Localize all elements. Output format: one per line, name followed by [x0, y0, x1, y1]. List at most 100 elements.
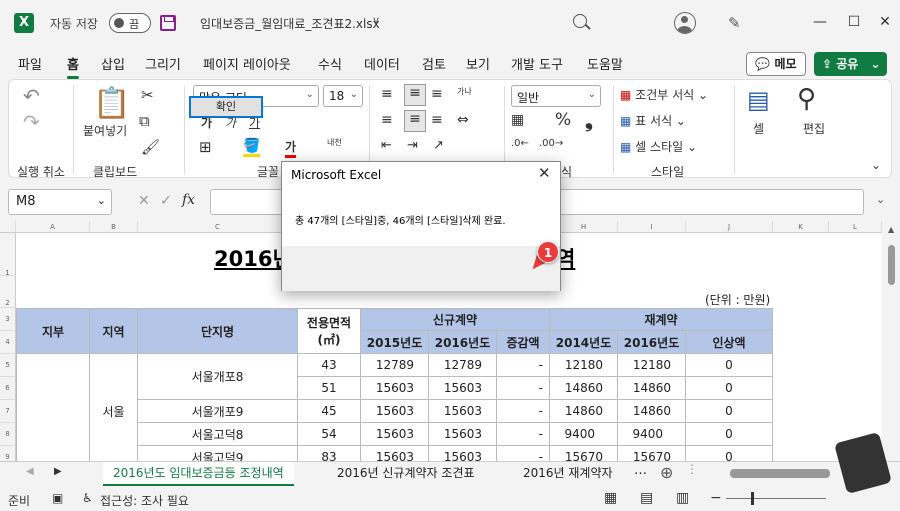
horizontal-scroll-thumb[interactable] — [730, 469, 830, 478]
maximize-button[interactable]: ☐ — [842, 10, 866, 34]
tab-help[interactable]: 도움말 — [587, 54, 623, 73]
orientation-icon[interactable]: ↗ — [433, 138, 444, 153]
raise-cell[interactable]: 0 — [686, 354, 773, 377]
header-raise[interactable]: 인상액 — [686, 331, 773, 354]
new-2015-cell[interactable]: 15603 — [361, 400, 429, 423]
row-header[interactable]: 2 — [0, 276, 16, 308]
renew-2016-cell[interactable]: 14860 — [618, 377, 686, 400]
align-right-icon[interactable]: ≡ — [431, 112, 443, 128]
search-icon[interactable] — [573, 14, 587, 28]
header-region[interactable]: 지역 — [90, 308, 138, 354]
increase-decimal-icon[interactable]: .0← — [511, 138, 529, 149]
comma-button[interactable]: ❟ — [585, 108, 593, 132]
raise-cell[interactable]: 0 — [686, 377, 773, 400]
add-sheet-icon[interactable]: ⊕ — [660, 463, 673, 482]
new-2015-cell[interactable]: 15603 — [361, 446, 429, 461]
close-icon[interactable]: ✕ — [538, 164, 551, 182]
tab-home[interactable]: 홈 — [67, 54, 79, 79]
page-layout-view-icon[interactable]: ▤ — [640, 490, 653, 506]
minimize-button[interactable]: — — [808, 10, 832, 34]
scroll-thumb[interactable] — [888, 245, 895, 285]
file-name[interactable]: 임대보증금_월임대료_조견표2.xlsx — [200, 15, 380, 32]
renew-2014-cell[interactable]: 14860 — [550, 377, 618, 400]
complex-cell[interactable]: 서울개포9 — [138, 400, 298, 423]
conditional-format-button[interactable]: ▦ 조건부 서식 ⌄ — [620, 86, 708, 103]
new-2016-cell[interactable]: 15603 — [429, 400, 497, 423]
new-2016-cell[interactable]: 15603 — [429, 446, 497, 461]
cut-icon[interactable]: ✂ — [141, 86, 154, 104]
raise-cell[interactable]: 0 — [686, 400, 773, 423]
header-area[interactable]: 전용면적 (㎡) — [298, 308, 361, 354]
new-2016-cell[interactable]: 12789 — [429, 354, 497, 377]
align-left-icon[interactable]: ≡ — [381, 112, 393, 128]
header-complex[interactable]: 단지명 — [138, 308, 298, 354]
normal-view-icon[interactable]: ▦ — [604, 490, 617, 506]
save-icon[interactable] — [160, 15, 176, 31]
phonetic-button[interactable]: 내천 — [327, 137, 342, 148]
row-header[interactable]: 7 — [0, 400, 16, 423]
tab-formulas[interactable]: 수식 — [318, 54, 342, 73]
row-header[interactable]: 5 — [0, 354, 16, 377]
editing-label[interactable]: 편집 — [803, 120, 825, 137]
decrease-indent-icon[interactable]: ⇤ — [381, 138, 392, 153]
autosave-toggle[interactable]: 끔 — [109, 13, 151, 33]
cancel-icon[interactable]: ✕ — [138, 193, 150, 209]
cells-icon[interactable]: ▤ — [747, 86, 770, 114]
align-center-icon[interactable]: ≡ — [404, 110, 426, 132]
unit-label[interactable]: (단위 : 만원) — [705, 291, 770, 308]
sheet-tab-new-contract[interactable]: 2016년 신규계약자 조견표 — [327, 462, 485, 486]
header-2015[interactable]: 2015년도 — [361, 331, 429, 354]
macro-record-icon[interactable]: ▣ — [52, 491, 63, 505]
tab-data[interactable]: 데이터 — [364, 54, 400, 73]
new-2015-cell[interactable]: 15603 — [361, 423, 429, 446]
vertical-scrollbar[interactable]: ▲ — [883, 221, 900, 461]
header-branch[interactable]: 지부 — [16, 308, 90, 354]
sheet-tab-adjustments[interactable]: 2016년도 임대보증금등 조정내역 — [103, 462, 294, 486]
renew-2016-cell[interactable]: 9400 — [618, 423, 686, 446]
chevron-down-icon[interactable]: ∨ — [372, 14, 380, 27]
column-header[interactable]: J — [686, 221, 773, 233]
tab-page-layout[interactable]: 페이지 레이아웃 — [203, 54, 291, 73]
align-top-icon[interactable]: ≡ — [381, 86, 393, 102]
column-header[interactable]: K — [773, 221, 829, 233]
change-cell[interactable]: - — [497, 423, 550, 446]
raise-cell[interactable]: 0 — [686, 423, 773, 446]
share-button[interactable]: ⇪ 공유 ⌄ — [814, 52, 887, 76]
status-accessibility[interactable]: 접근성: 조사 필요 — [100, 492, 189, 509]
raise-cell[interactable]: 0 — [686, 446, 773, 461]
zoom-out-button[interactable]: − — [710, 490, 722, 506]
row-header[interactable]: 3 — [0, 308, 16, 331]
tab-insert[interactable]: 삽입 — [101, 54, 125, 73]
zoom-slider-thumb[interactable] — [751, 492, 754, 505]
fx-icon[interactable]: fx — [182, 192, 195, 208]
wrap-text-icon[interactable]: 가나 — [457, 86, 472, 97]
renew-2016-cell[interactable]: 14860 — [618, 400, 686, 423]
change-cell[interactable]: - — [497, 354, 550, 377]
renew-2014-cell[interactable]: 15670 — [550, 446, 618, 461]
column-header[interactable]: A — [16, 221, 90, 233]
undo-icon[interactable]: ↶ — [23, 84, 40, 108]
region-cell[interactable]: 서울 — [90, 354, 138, 461]
renew-2014-cell[interactable]: 12180 — [550, 354, 618, 377]
new-2015-cell[interactable]: 12789 — [361, 354, 429, 377]
renew-2016-cell[interactable]: 15670 — [618, 446, 686, 461]
prev-sheet-icon[interactable]: ◀ — [26, 466, 34, 477]
name-box[interactable]: M8 ⌄ — [8, 189, 112, 215]
renew-2016-cell[interactable]: 12180 — [618, 354, 686, 377]
tab-review[interactable]: 검토 — [422, 54, 446, 73]
percent-button[interactable]: % — [555, 110, 571, 130]
paste-label[interactable]: 붙여넣기 — [83, 122, 127, 139]
font-color-button[interactable]: 가 — [285, 138, 297, 158]
scroll-up-icon[interactable]: ▲ — [888, 225, 894, 234]
avatar[interactable] — [674, 12, 696, 34]
redo-icon[interactable]: ↷ — [23, 110, 40, 134]
row-header[interactable]: 9 — [0, 446, 16, 461]
increase-indent-icon[interactable]: ⇥ — [407, 138, 418, 153]
cell-styles-button[interactable]: ▦ 셀 스타일 ⌄ — [620, 138, 697, 155]
row-header[interactable]: 1 — [0, 233, 16, 277]
close-button[interactable]: ✕ — [873, 10, 897, 34]
header-new-contract[interactable]: 신규계약 — [361, 308, 550, 331]
tab-file[interactable]: 파일 — [18, 54, 42, 73]
chevron-down-icon[interactable]: ⌄ — [871, 57, 881, 71]
area-cell[interactable]: 54 — [298, 423, 361, 446]
